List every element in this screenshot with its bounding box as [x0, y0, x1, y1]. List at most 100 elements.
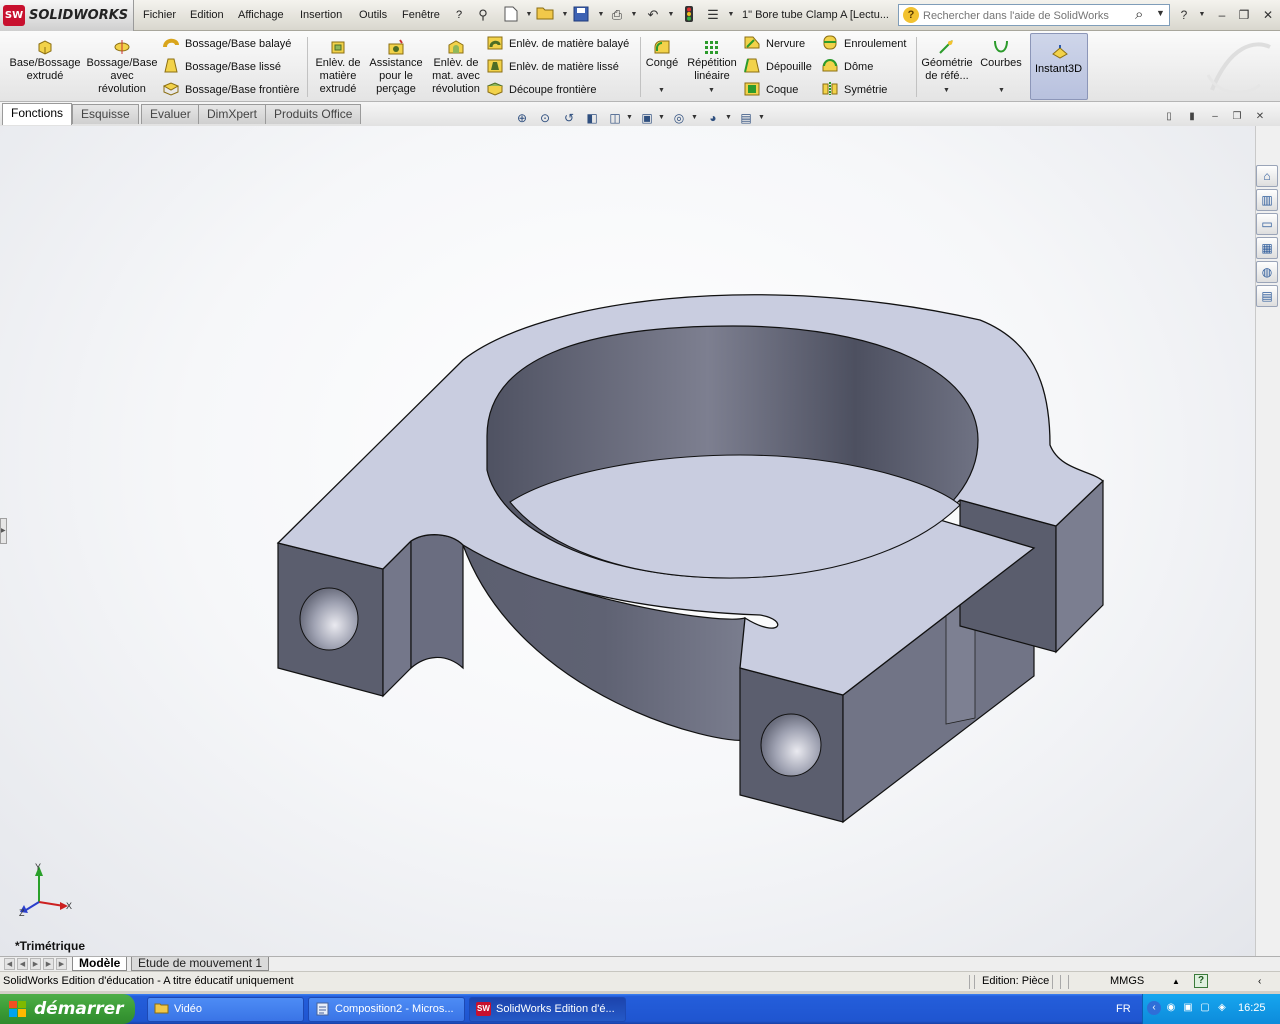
search-dropdown-icon[interactable]: ▼: [1156, 8, 1165, 18]
save-icon[interactable]: [572, 6, 590, 24]
menu-fichier[interactable]: Fichier: [143, 9, 176, 21]
fillet-button[interactable]: Congé: [644, 39, 680, 70]
shell-button[interactable]: Coque: [744, 80, 798, 100]
rib-button[interactable]: Nervure: [744, 34, 805, 54]
task-video[interactable]: Vidéo: [147, 997, 304, 1022]
options-dropdown-icon[interactable]: ▼: [722, 6, 740, 24]
menu-affichage[interactable]: Affichage: [238, 9, 284, 21]
minimize-icon[interactable]: –: [1214, 7, 1230, 23]
menu-outils[interactable]: Outils: [359, 9, 387, 21]
view-settings-icon[interactable]: ▤: [737, 110, 755, 126]
tray-security-icon[interactable]: ◈: [1215, 1001, 1229, 1015]
viewport-tile-icon[interactable]: ▯: [1162, 110, 1176, 124]
close-icon[interactable]: ✕: [1260, 7, 1276, 23]
viewport-close-icon[interactable]: ✕: [1253, 110, 1267, 124]
reference-geometry-button[interactable]: Géométrie de réfé...: [920, 39, 974, 83]
solidworks-logo[interactable]: SW SOLIDWORKS: [0, 0, 134, 31]
input-language[interactable]: FR: [1116, 1003, 1131, 1015]
lofted-boss-button[interactable]: Bossage/Base lissé: [163, 57, 281, 77]
status-units[interactable]: MMGS: [1110, 972, 1144, 991]
hole-wizard-button[interactable]: Assistance pour le perçage: [368, 39, 424, 96]
next-tab-icon[interactable]: ▶: [30, 958, 41, 970]
view-settings-dropdown-icon[interactable]: ▼: [758, 114, 765, 121]
task-composition2[interactable]: Composition2 - Micros...: [308, 997, 465, 1022]
tray-solidworks-icon[interactable]: ◉: [1164, 1001, 1178, 1015]
ref-geometry-dropdown-icon[interactable]: ▼: [943, 87, 950, 94]
display-style-dropdown-icon[interactable]: ▼: [658, 114, 665, 121]
appearance-dropdown-icon[interactable]: ▼: [725, 114, 732, 121]
section-view-icon[interactable]: ◧: [583, 110, 601, 126]
status-expand-icon[interactable]: ‹: [1258, 972, 1261, 991]
tray-monitor-icon[interactable]: ▢: [1198, 1001, 1212, 1015]
zoom-to-fit-icon[interactable]: ⊕: [513, 110, 531, 126]
curves-button[interactable]: Courbes: [978, 39, 1024, 70]
rebuild-traffic-light-icon[interactable]: [680, 6, 698, 24]
linear-pattern-button[interactable]: Répétition linéaire: [684, 39, 740, 83]
file-explorer-icon[interactable]: ▭: [1256, 213, 1278, 235]
task-solidworks[interactable]: SW SolidWorks Edition d'é...: [469, 997, 626, 1022]
hide-show-items-icon[interactable]: ◎: [670, 110, 688, 126]
viewport-restore-icon[interactable]: ❐: [1230, 110, 1244, 124]
revolved-boss-button[interactable]: Bossage/Base avec révolution: [86, 39, 158, 96]
last-tab-icon[interactable]: ▶: [43, 958, 54, 970]
clamp-model[interactable]: [0, 126, 1255, 956]
boundary-cut-button[interactable]: Découpe frontière: [487, 80, 596, 100]
start-button[interactable]: démarrer: [0, 994, 135, 1024]
tab-fonctions[interactable]: Fonctions: [2, 103, 73, 125]
tab-esquisse[interactable]: Esquisse: [72, 104, 139, 124]
view-orientation-dropdown-icon[interactable]: ▼: [626, 114, 633, 121]
tray-expand-icon[interactable]: ‹: [1147, 1001, 1161, 1015]
custom-properties-icon[interactable]: ▤: [1256, 285, 1278, 307]
tab-evaluer[interactable]: Evaluer: [141, 104, 200, 124]
curves-dropdown-icon[interactable]: ▼: [998, 87, 1005, 94]
mirror-button[interactable]: Symétrie: [822, 80, 887, 100]
draft-button[interactable]: Dépouille: [744, 57, 812, 77]
display-style-icon[interactable]: ▣: [638, 110, 656, 126]
extruded-boss-button[interactable]: Base/Bossage extrudé: [6, 39, 84, 83]
tab-produits-office[interactable]: Produits Office: [265, 104, 362, 124]
wrap-button[interactable]: Enroulement: [822, 34, 906, 54]
tab-dimxpert[interactable]: DimXpert: [198, 104, 267, 124]
fillet-dropdown-icon[interactable]: ▼: [658, 87, 665, 94]
options-icon[interactable]: ☰: [704, 6, 722, 24]
search-icon[interactable]: ⌕: [1135, 6, 1143, 23]
pattern-dropdown-icon[interactable]: ▼: [708, 87, 715, 94]
undo-icon[interactable]: ↶: [644, 6, 662, 24]
revolved-cut-button[interactable]: Enlèv. de mat. avec révolution: [427, 39, 485, 96]
tab-modele[interactable]: Modèle: [72, 957, 128, 971]
viewport-minimize-icon[interactable]: –: [1208, 110, 1222, 124]
tab-scroll-icon[interactable]: ▶: [56, 958, 67, 970]
help-search-input[interactable]: [923, 8, 1123, 23]
first-tab-icon[interactable]: ◀: [4, 958, 15, 970]
boundary-boss-button[interactable]: Bossage/Base frontière: [163, 80, 299, 100]
menu-help[interactable]: ?: [456, 9, 462, 21]
task-pane-home-icon[interactable]: ⌂: [1256, 165, 1278, 187]
edit-appearance-icon[interactable]: ◕: [704, 110, 722, 126]
pin-icon[interactable]: ⚲: [474, 6, 492, 24]
zoom-to-area-icon[interactable]: ⊙: [536, 110, 554, 126]
print-dropdown-icon[interactable]: ▼: [625, 6, 643, 24]
help-icon[interactable]: ?: [1176, 7, 1192, 23]
swept-boss-button[interactable]: Bossage/Base balayé: [163, 34, 291, 54]
graphics-area[interactable]: Y X Z: [0, 126, 1255, 956]
restore-icon[interactable]: ❐: [1236, 7, 1252, 23]
viewport-split-icon[interactable]: ▮: [1185, 110, 1199, 124]
undo-dropdown-icon[interactable]: ▼: [662, 6, 680, 24]
open-folder-icon[interactable]: [536, 6, 554, 24]
feature-manager-handle[interactable]: ▶: [0, 518, 7, 544]
print-icon[interactable]: ⎙: [608, 6, 626, 24]
hide-show-dropdown-icon[interactable]: ▼: [691, 114, 698, 121]
instant3d-button[interactable]: Instant3D: [1030, 33, 1088, 100]
tab-motion-study[interactable]: Etude de mouvement 1: [131, 957, 270, 971]
units-menu-icon[interactable]: ▲: [1172, 972, 1180, 991]
menu-edition[interactable]: Edition: [190, 9, 224, 21]
help-dropdown-icon[interactable]: ▼: [1194, 7, 1210, 23]
tray-network-icon[interactable]: ▣: [1181, 1001, 1195, 1015]
appearances-icon[interactable]: ◍: [1256, 261, 1278, 283]
menu-fenetre[interactable]: Fenêtre: [402, 9, 440, 21]
menu-insertion[interactable]: Insertion: [300, 9, 342, 21]
swept-cut-button[interactable]: Enlèv. de matière balayé: [487, 34, 629, 54]
extruded-cut-button[interactable]: Enlèv. de matière extrudé: [311, 39, 365, 96]
previous-view-icon[interactable]: ↺: [560, 110, 578, 126]
design-library-icon[interactable]: ▥: [1256, 189, 1278, 211]
